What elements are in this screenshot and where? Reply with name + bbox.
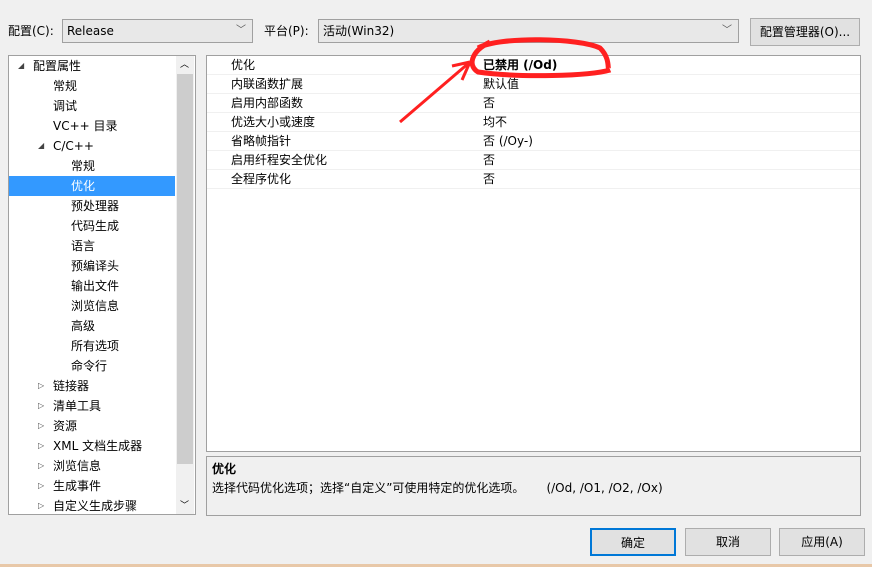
- annotation-circle: [469, 37, 612, 79]
- red-annotation: [399, 37, 612, 124]
- annotation-arrow: [399, 60, 472, 124]
